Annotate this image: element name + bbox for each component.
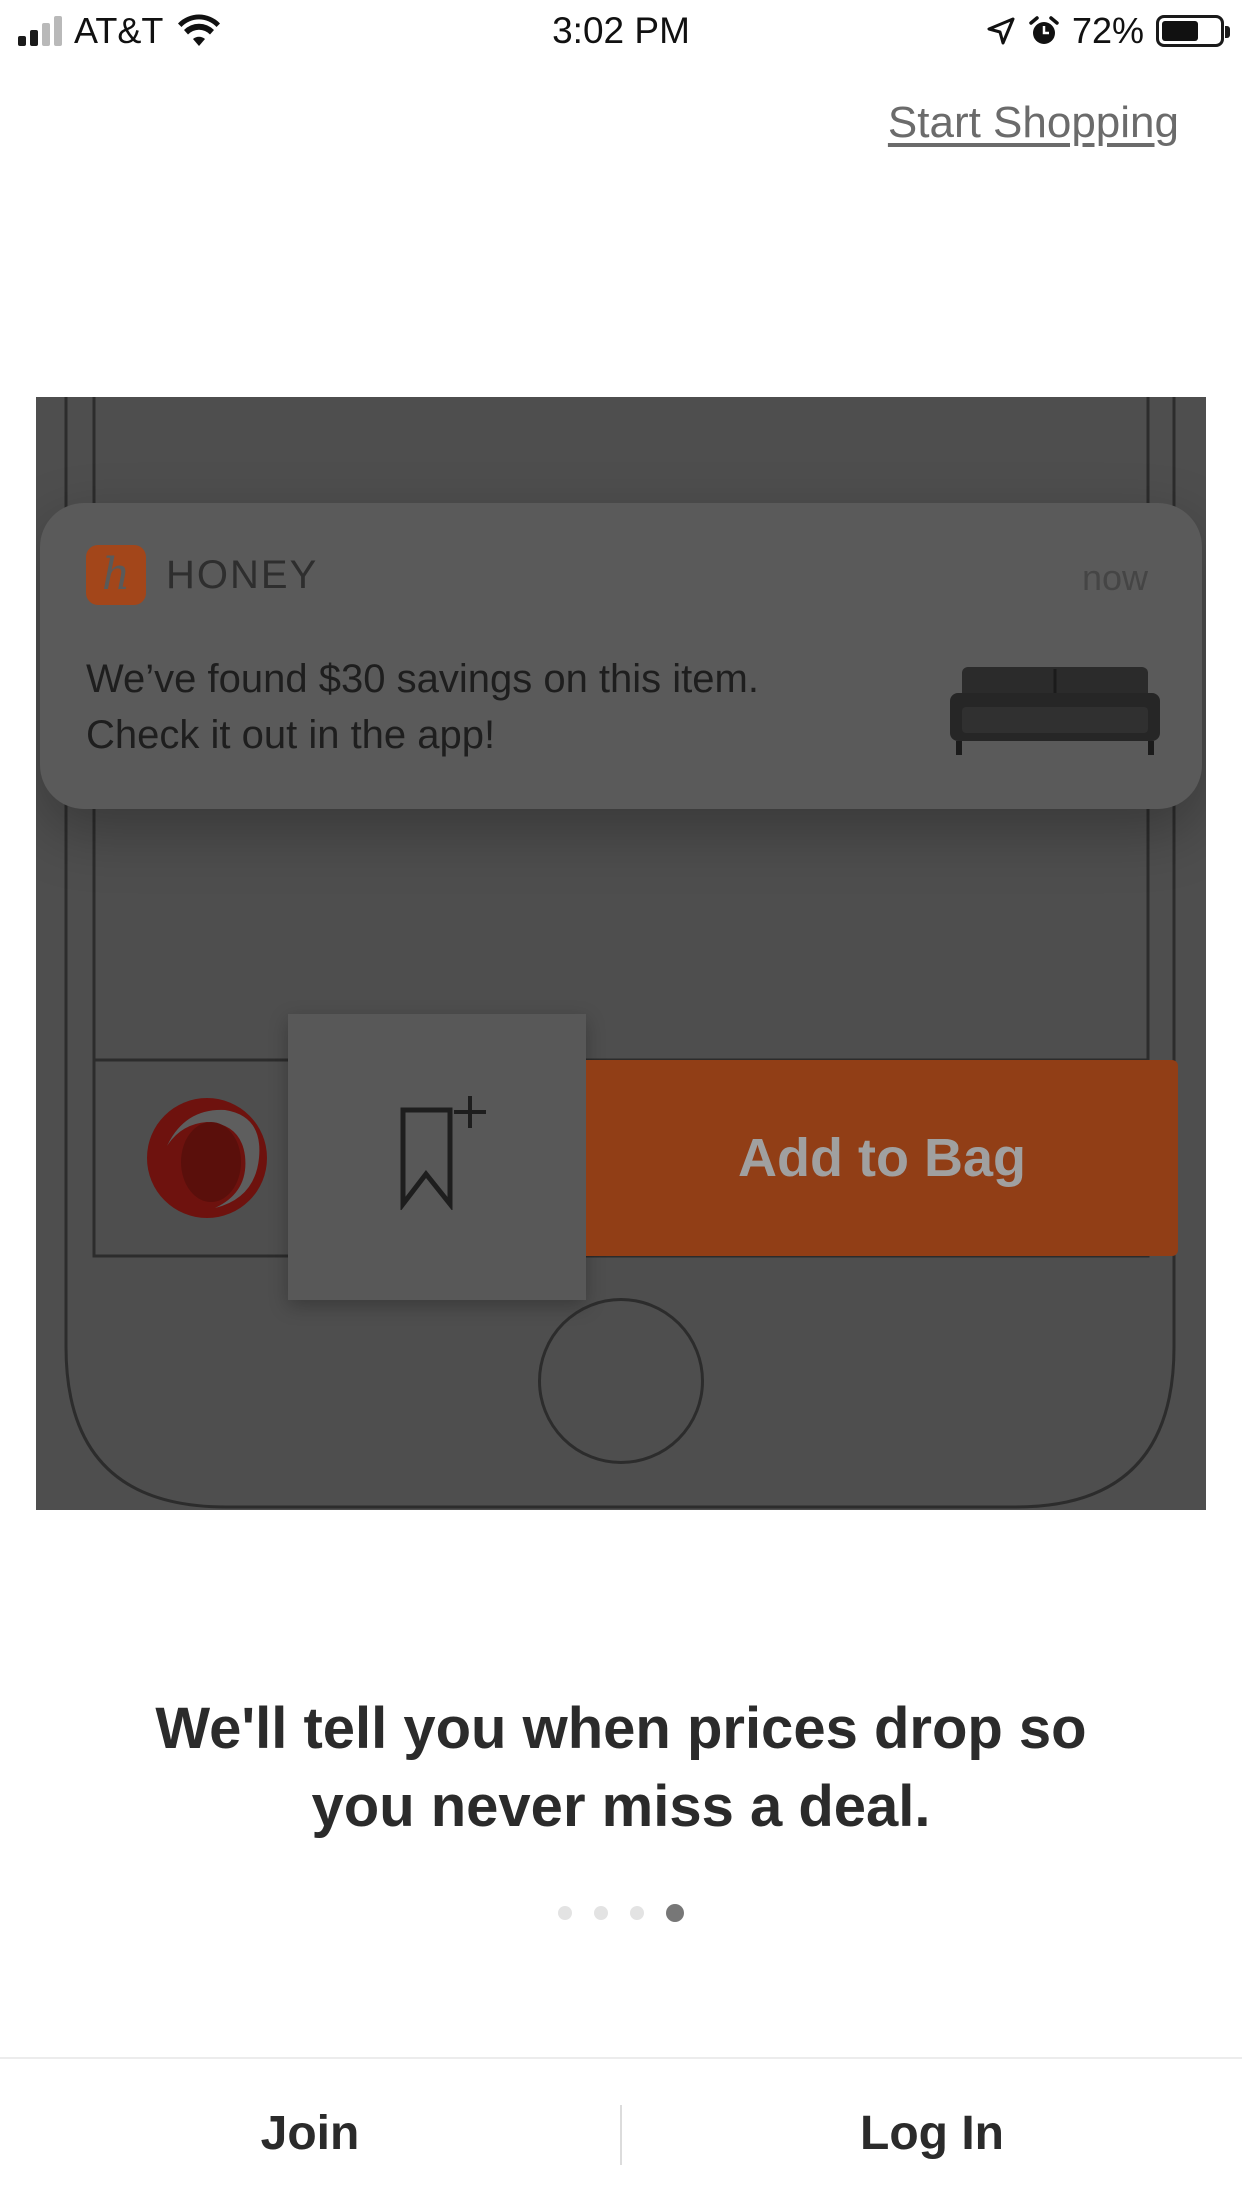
onboarding-headline: We'll tell you when prices drop so you n… [155,1696,1087,1839]
page-dot-4[interactable] [666,1904,684,1922]
alarm-icon [1029,16,1059,44]
honey-notification: h HONEY now We’ve found $30 savings on t… [40,503,1202,809]
bookmark-add-icon [400,1096,486,1210]
battery-percent: 72% [1071,10,1144,51]
log-in-button[interactable]: Log In [622,2059,1242,2208]
page-dot-3[interactable] [630,1906,644,1920]
bottom-action-bar: Join Log In [0,2057,1242,2208]
notification-time: now [1081,557,1148,598]
page-indicator [0,1904,1242,1922]
location-arrow-icon [987,17,1015,45]
status-right: 72% [986,10,1230,52]
honey-app-icon: h [86,545,146,605]
battery-icon [1156,15,1230,47]
join-button[interactable]: Join [0,2059,620,2208]
add-to-bag-button: Add to Bag [586,1060,1178,1256]
bookmark-card [288,1014,586,1300]
sofa-icon [950,667,1160,755]
onboarding-illustration: h HONEY now We’ve found $30 savings on t… [36,397,1206,1510]
store-logo-icon [147,1098,267,1218]
page-dot-2[interactable] [594,1906,608,1920]
page-dot-1[interactable] [558,1906,572,1920]
start-shopping-link[interactable]: Start Shopping [888,98,1179,148]
status-bar: AT&T 3:02 PM 72% [0,0,1242,62]
phone-home-button [538,1298,704,1464]
notification-message: We’ve found $30 savings on this item. Ch… [86,657,759,757]
notification-app-name: HONEY [166,553,319,597]
battery-fill [1162,21,1198,41]
